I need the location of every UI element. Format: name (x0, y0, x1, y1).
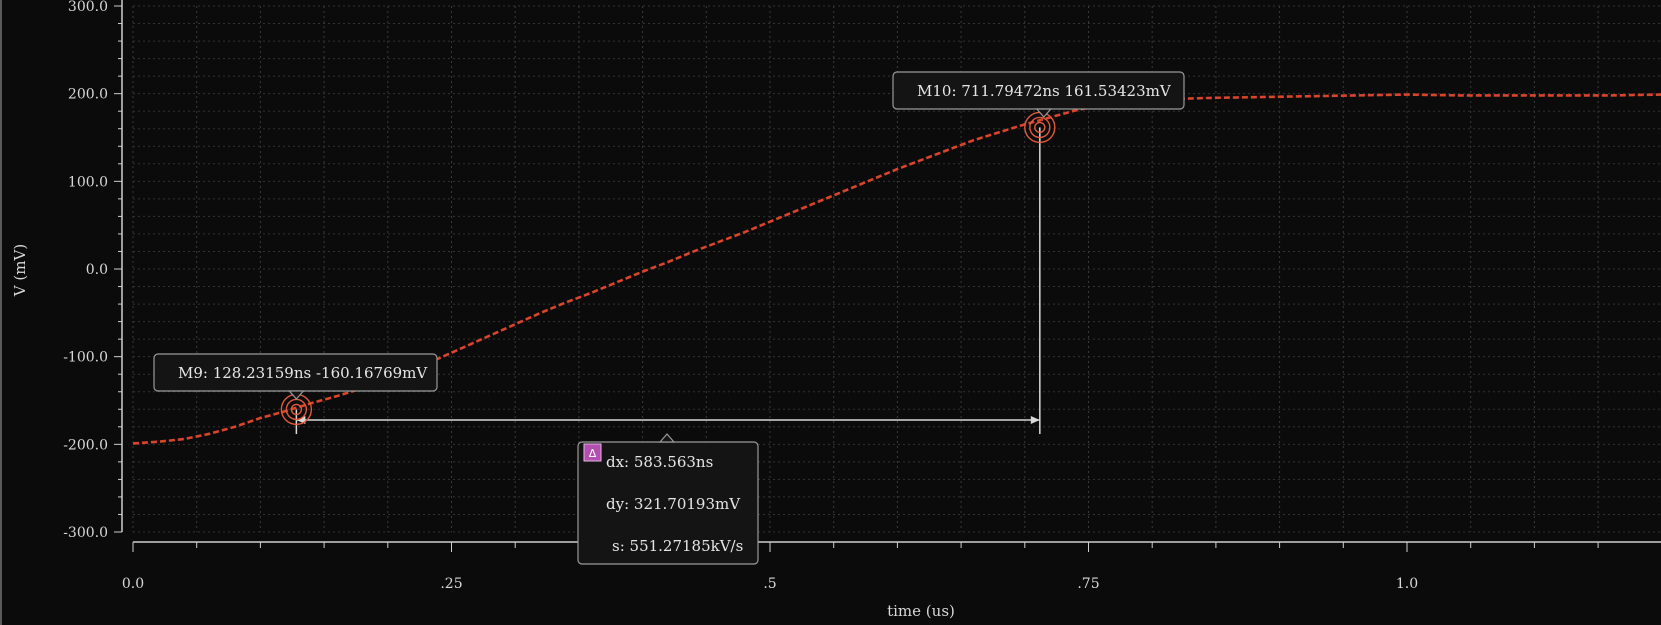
m10-label-text: M10: 711.79472ns 161.53423mV (917, 82, 1172, 100)
y-axis-label: V (mV) (11, 244, 29, 297)
delta-dx-text: dx: 583.563ns (606, 453, 713, 471)
m9-label-text: M9: 128.23159ns -160.16769mV (178, 364, 428, 382)
m10-label[interactable]: M10: 711.79472ns 161.53423mV (892, 71, 1185, 118)
y-tick-label: -300.0 (63, 525, 108, 541)
x-tick-label: 1.0 (1396, 576, 1418, 592)
axes: 300.0 200.0 100.0 0.0 -100.0 -200.0 -300.0 0.0.… (63, 0, 1661, 592)
x-tick-label: .75 (1077, 576, 1099, 592)
delta-info-pointer (658, 433, 676, 443)
x-axis-label: time (us) (887, 602, 955, 620)
x-tick-label: .5 (763, 576, 776, 592)
delta-dy-text: dy: 321.70193mV (606, 495, 741, 513)
waveform-plot[interactable]: 300.0 200.0 100.0 0.0 -100.0 -200.0 -300.0 0.0.… (0, 0, 1661, 625)
y-tick-label: 300.0 (68, 0, 108, 15)
y-tick-label: 100.0 (68, 174, 108, 190)
delta-icon-glyph: Δ (589, 447, 597, 460)
y-tick-label: 200.0 (68, 87, 108, 103)
delta-info-box[interactable]: Δdx: 583.563ns dy: 321.70193mV s: 551.2718… (577, 433, 759, 565)
y-tick-label: 0.0 (86, 262, 108, 278)
y-tick-label: -200.0 (63, 437, 108, 453)
delta-slope-text: s: 551.27185kV/s (612, 537, 743, 555)
x-tick-label: 0.0 (122, 576, 144, 592)
y-tick-label: -100.0 (63, 350, 108, 366)
x-tick-label: .25 (440, 576, 462, 592)
delta-arrow-right (1030, 416, 1040, 424)
